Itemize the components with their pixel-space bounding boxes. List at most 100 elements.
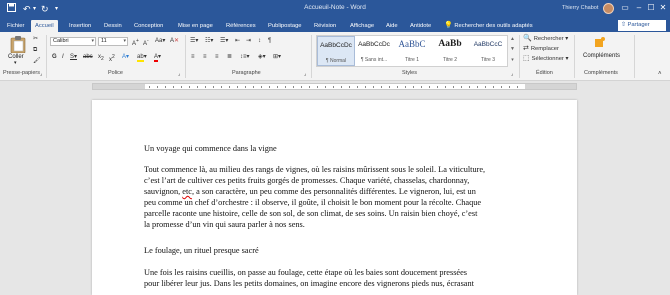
align-right-icon[interactable]: ≡ [215,53,219,62]
separator [574,35,575,78]
style-name: Titre 3 [481,57,495,63]
body-line: c’est l’art de cultiver ces petits fruit… [144,176,470,185]
ruler-tick [349,86,350,88]
tab-layout[interactable]: Mise en page [178,20,213,32]
clipboard-launcher-icon[interactable]: ⌟ [40,70,42,79]
text-effects-icon[interactable]: A▾ [122,53,129,62]
cut-icon[interactable]: ✂ [33,35,38,44]
borders-icon[interactable]: ⊞▾ [273,53,281,62]
highlight-icon[interactable]: ab▾ [137,53,147,62]
superscript-icon[interactable]: x2 [109,53,115,65]
avatar[interactable] [603,3,614,14]
tab-references[interactable]: Références [226,20,256,32]
ruler-tick [173,86,174,88]
shading-icon[interactable]: ◈▾ [258,53,266,62]
show-marks-icon[interactable]: ¶ [268,37,271,46]
decrease-indent-icon[interactable]: ⇤ [235,37,240,46]
change-case-icon[interactable]: Aa▾ [155,37,165,46]
ruler-tick [245,86,246,88]
tab-mailings[interactable]: Publipostage [268,20,302,32]
copy-icon[interactable]: ⧉ [33,46,37,55]
chevron-down-icon: ▾ [123,38,126,44]
tab-design[interactable]: Conception [134,20,163,32]
document-page[interactable]: Un voyage qui commence dans la vigne Tou… [92,100,577,295]
close-icon[interactable]: ✕ [657,2,669,14]
tab-insert[interactable]: Insertion [69,20,91,32]
numbering-icon[interactable]: ☷▾ [205,37,213,46]
tab-view[interactable]: Affichage [350,20,374,32]
ruler-tick [285,86,286,88]
style-no-spacing[interactable]: AaBbCcDc ¶ Sans int... [355,36,393,66]
ruler-tick [277,86,278,88]
separator [46,35,47,78]
style-heading-3[interactable]: AaBbCcC Titre 3 [469,36,507,66]
ruler-tick [429,86,430,88]
styles-launcher-icon[interactable]: ⌟ [511,70,513,79]
style-heading-2[interactable]: AaBb Titre 2 [431,36,469,66]
gallery-up-icon[interactable]: ▲ [509,36,516,42]
replace-button[interactable]: ⇄ Remplacer [523,44,559,54]
clear-formatting-icon[interactable]: A✕ [170,37,179,46]
subscript-icon[interactable]: x2 [98,53,104,64]
paragraph-group-label: Paragraphe [232,70,261,76]
underline-icon[interactable]: S▾ [70,53,77,62]
tell-me-search[interactable]: 💡 Rechercher des outils adaptés [444,20,533,32]
ruler-tick [301,86,302,88]
addins-button[interactable]: Compléments [580,35,622,65]
body-line: pour libérer leur jus. Dans les petits d… [144,279,474,288]
increase-indent-icon[interactable]: ⇥ [246,37,251,46]
bullets-icon[interactable]: ☰▾ [190,37,198,46]
multilevel-list-icon[interactable]: ☰▾ [220,37,228,46]
horizontal-ruler[interactable] [92,83,577,90]
format-painter-icon[interactable]: 🖌 [33,57,41,66]
font-launcher-icon[interactable]: ⌟ [178,70,180,79]
ruler-tick [453,86,454,88]
style-heading-1[interactable]: AaBbC Titre 1 [393,36,431,66]
text-run: sauvignon, [144,187,183,196]
spelling-error[interactable]: etc [182,187,192,196]
maximize-icon[interactable]: ☐ [645,2,657,14]
bold-icon[interactable]: G [52,53,57,62]
gallery-down-icon[interactable]: ▼ [509,46,516,52]
separator [634,35,635,78]
paragraph-launcher-icon[interactable]: ⌟ [304,70,306,79]
shrink-font-icon[interactable]: A- [143,37,149,49]
ruler-tick [309,86,310,88]
tab-file[interactable]: Fichier [7,20,24,32]
minimize-icon[interactable]: – [633,2,645,14]
justify-icon[interactable]: ≣ [227,53,232,62]
ribbon-display-icon[interactable]: ▭ [619,2,631,14]
lightbulb-icon: 💡 [444,22,453,29]
share-button[interactable]: ⇧ Partager [618,20,666,31]
tab-draw[interactable]: Dessin [104,20,122,32]
addins-group-label: Compléments [584,70,618,76]
font-name-combo[interactable]: Calibri ▾ [50,37,96,46]
ribbon-tabs: Fichier Accueil Insertion Dessin Concept… [0,18,670,32]
line-spacing-icon[interactable]: ↕≡▾ [240,53,250,62]
select-button[interactable]: ⬚ Sélectionner ▾ [523,54,568,64]
collapse-ribbon-icon[interactable]: ˄ [658,70,662,79]
find-button[interactable]: 🔍 Rechercher ▾ [523,34,568,44]
font-color-icon[interactable]: A▾ [154,53,161,62]
gallery-more-icon[interactable]: ▾ [509,57,516,63]
align-left-icon[interactable]: ≡ [191,53,195,62]
strikethrough-icon[interactable]: abc [83,53,93,62]
select-icon: ⬚ [523,55,530,62]
tab-home[interactable]: Accueil [31,20,58,32]
paste-button[interactable]: Coller ▾ [6,35,30,67]
grow-font-icon[interactable]: A+ [132,37,139,49]
ruler-tick [373,86,374,88]
select-label: Sélectionner [531,56,564,62]
user-name[interactable]: Thierry Chabot [562,5,598,11]
style-normal[interactable]: AaBbCcDc ¶ Normal [317,36,355,66]
tab-help[interactable]: Aide [386,20,398,32]
tab-review[interactable]: Révision [314,20,336,32]
ruler-tick [397,86,398,88]
align-center-icon[interactable]: ≡ [203,53,207,62]
paste-dropdown-icon: ▾ [14,60,17,66]
tab-antidote[interactable]: Antidote [410,20,431,32]
font-size-combo[interactable]: 11 ▾ [98,37,128,46]
italic-icon[interactable]: I [62,53,64,62]
sort-icon[interactable]: ↕ [258,37,261,46]
ruler-tick [501,86,502,88]
